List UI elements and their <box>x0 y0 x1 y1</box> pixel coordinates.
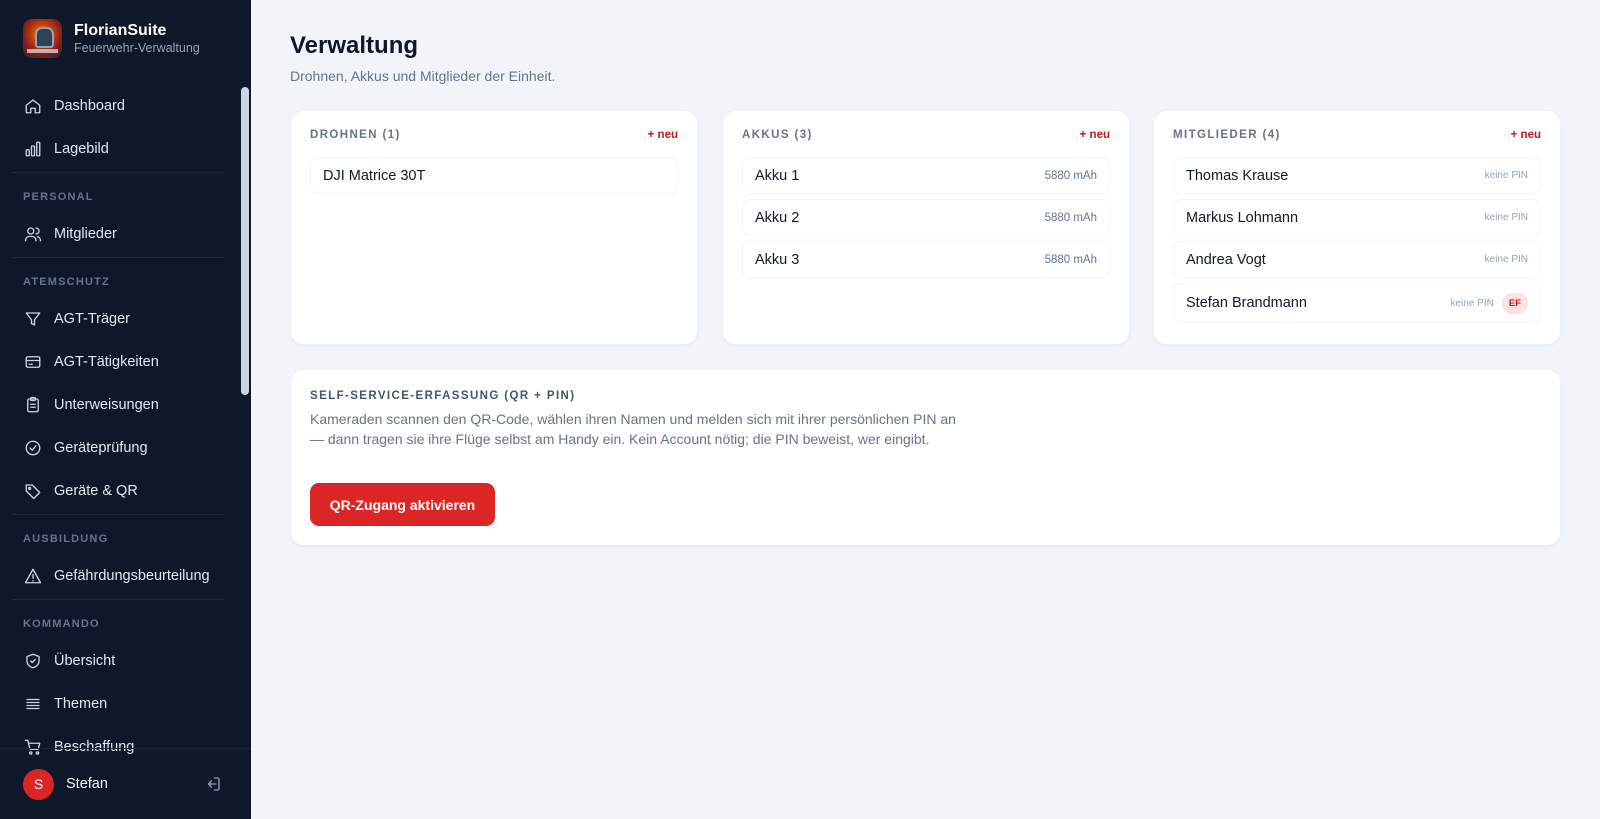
add-drone-link[interactable]: + neu <box>648 129 678 141</box>
app-logo <box>23 19 62 58</box>
members-card-title: MITGLIEDER (4) <box>1173 129 1281 141</box>
user-bar: S Stefan <box>0 748 251 819</box>
drone-name: DJI Matrice 30T <box>323 167 426 184</box>
sidebar-nav: Dashboard Lagebild PERSONAL Mitglieder A… <box>0 84 236 768</box>
sidebar-item-dashboard[interactable]: Dashboard <box>0 84 236 127</box>
activate-qr-button[interactable]: QR-Zugang aktivieren <box>310 483 495 526</box>
list-item[interactable]: Andrea Vogt keine PIN <box>1173 241 1541 278</box>
shield-check-icon <box>24 652 42 670</box>
nav-section-personal: PERSONAL <box>12 172 224 212</box>
list-item[interactable]: DJI Matrice 30T <box>310 157 678 194</box>
self-service-title: SELF-SERVICE-ERFASSUNG (QR + PIN) <box>310 390 576 402</box>
list-item[interactable]: Akku 3 5880 mAh <box>742 241 1110 278</box>
users-icon <box>24 225 42 243</box>
battery-name: Akku 3 <box>755 251 800 268</box>
sidebar-item-label: AGT-Träger <box>54 310 131 327</box>
home-icon <box>24 97 42 115</box>
user-name: Stefan <box>66 776 108 792</box>
sidebar-item-geraetepruefung[interactable]: Geräteprüfung <box>0 426 236 469</box>
sidebar-item-uebersicht[interactable]: Übersicht <box>0 639 236 682</box>
batteries-card: AKKUS (3) + neu Akku 1 5880 mAh Akku 2 5… <box>722 110 1130 345</box>
add-member-link[interactable]: + neu <box>1511 129 1541 141</box>
sidebar-item-label: Mitglieder <box>54 225 117 242</box>
logout-icon[interactable] <box>204 775 222 793</box>
member-name: Markus Lohmann <box>1186 209 1299 226</box>
pin-status: keine PIN <box>1484 212 1528 223</box>
member-name: Andrea Vogt <box>1186 251 1266 268</box>
sidebar-item-label: Übersicht <box>54 652 116 669</box>
brand[interactable]: FlorianSuite Feuerwehr-Verwaltung <box>23 19 200 58</box>
battery-capacity: 5880 mAh <box>1044 211 1097 224</box>
sidebar-item-gefaehrdungsbeurteilung[interactable]: Gefährdungsbeurteilung <box>0 554 236 597</box>
sidebar-scrollbar[interactable] <box>241 87 249 395</box>
page-title: Verwaltung <box>290 32 419 59</box>
sidebar-item-label: Gefährdungsbeurteilung <box>54 567 210 584</box>
sidebar: FlorianSuite Feuerwehr-Verwaltung Dashbo… <box>0 0 251 819</box>
brand-subtitle: Feuerwehr-Verwaltung <box>74 41 200 55</box>
sidebar-item-label: AGT-Tätigkeiten <box>54 353 159 370</box>
members-card: MITGLIEDER (4) + neu Thomas Krause keine… <box>1153 110 1561 345</box>
tag-icon <box>24 482 42 500</box>
card-icon <box>24 353 42 371</box>
sidebar-item-unterweisungen[interactable]: Unterweisungen <box>0 383 236 426</box>
list-icon <box>24 695 42 713</box>
sidebar-item-label: Unterweisungen <box>54 396 159 413</box>
sidebar-item-label: Geräteprüfung <box>54 439 148 456</box>
add-battery-link[interactable]: + neu <box>1080 129 1110 141</box>
nav-section-ausbildung: AUSBILDUNG <box>12 514 224 554</box>
bar-chart-icon <box>24 140 42 158</box>
self-service-card: SELF-SERVICE-ERFASSUNG (QR + PIN) Kamera… <box>290 369 1561 546</box>
list-item[interactable]: Akku 1 5880 mAh <box>742 157 1110 194</box>
page-subtitle: Drohnen, Akkus und Mitglieder der Einhei… <box>290 68 556 84</box>
list-item[interactable]: Markus Lohmann keine PIN <box>1173 199 1541 236</box>
clipboard-icon <box>24 396 42 414</box>
list-item[interactable]: Stefan Brandmann keine PIN EF <box>1173 283 1541 323</box>
filter-icon <box>24 310 42 328</box>
battery-capacity: 5880 mAh <box>1044 169 1097 182</box>
list-item[interactable]: Akku 2 5880 mAh <box>742 199 1110 236</box>
battery-name: Akku 2 <box>755 209 800 226</box>
member-name: Thomas Krause <box>1186 167 1289 184</box>
avatar[interactable]: S <box>23 768 54 800</box>
battery-name: Akku 1 <box>755 167 800 184</box>
brand-name: FlorianSuite <box>74 22 167 39</box>
nav-section-atemschutz: ATEMSCHUTZ <box>12 257 224 297</box>
member-name: Stefan Brandmann <box>1186 295 1307 311</box>
role-badge: EF <box>1501 292 1528 314</box>
drones-card-title: DROHNEN (1) <box>310 129 401 141</box>
self-service-description: Kameraden scannen den QR-Code, wählen ih… <box>310 411 956 447</box>
sidebar-item-lagebild[interactable]: Lagebild <box>0 127 236 170</box>
nav-section-kommando: KOMMANDO <box>12 599 224 639</box>
sidebar-item-geraete-qr[interactable]: Geräte & QR <box>0 469 236 512</box>
sidebar-item-agt-taetigkeiten[interactable]: AGT-Tätigkeiten <box>0 340 236 383</box>
sidebar-item-mitglieder[interactable]: Mitglieder <box>0 212 236 255</box>
sidebar-item-label: Dashboard <box>54 97 125 114</box>
pin-status: keine PIN <box>1450 297 1494 309</box>
battery-capacity: 5880 mAh <box>1044 253 1097 266</box>
warning-icon <box>24 567 42 585</box>
batteries-card-title: AKKUS (3) <box>742 129 813 141</box>
check-circle-icon <box>24 439 42 457</box>
sidebar-item-agt-traeger[interactable]: AGT-Träger <box>0 297 236 340</box>
pin-status: keine PIN <box>1484 254 1528 265</box>
sidebar-item-label: Geräte & QR <box>54 482 138 499</box>
sidebar-item-label: Themen <box>54 695 108 712</box>
pin-status: keine PIN <box>1484 170 1528 181</box>
sidebar-item-themen[interactable]: Themen <box>0 682 236 725</box>
drones-card: DROHNEN (1) + neu DJI Matrice 30T <box>290 110 698 345</box>
sidebar-item-label: Lagebild <box>54 140 109 157</box>
list-item[interactable]: Thomas Krause keine PIN <box>1173 157 1541 194</box>
